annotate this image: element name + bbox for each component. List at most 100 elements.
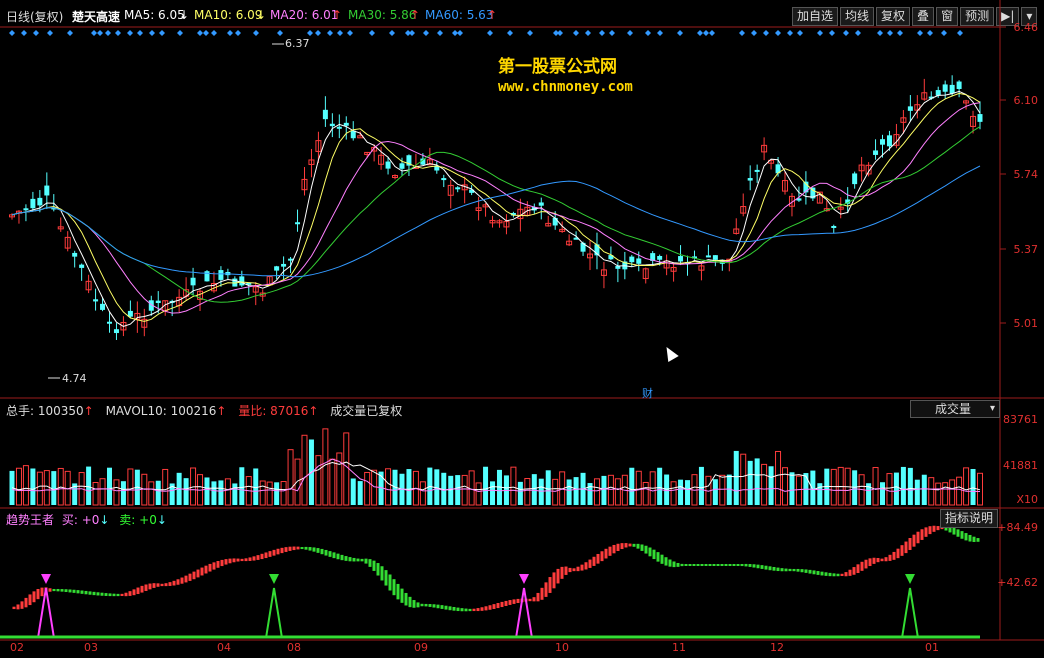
candle-body [880,139,886,145]
trend-bar [840,573,844,577]
signal-diamond-icon [47,30,53,36]
volume-bar [970,468,976,505]
trend-bar [612,544,616,554]
trend-bar [500,601,504,608]
trend-bar [340,554,344,561]
signal-diamond-icon [277,30,283,36]
trend-bar [884,557,888,562]
signal-diamond-icon [127,30,133,36]
trend-bar [644,545,648,554]
trend-bar [376,563,380,576]
trend-bar [732,564,736,566]
buy-signal: 买: +0 [61,513,100,527]
trend-bar [776,567,780,572]
volume-indicator-select[interactable]: 成交量 ▾ [910,400,1000,418]
volume-bar [573,477,579,505]
candle-body [657,255,663,260]
trend-bar [920,529,924,540]
candle-body [37,197,43,206]
trend-bar [688,564,692,566]
trend-bar [564,566,568,575]
volume-bar [657,467,663,505]
trend-bar [976,538,980,542]
volume-bar [963,467,970,506]
trend-bar [236,558,240,562]
trend-bar [836,573,840,577]
trend-bar [588,559,592,568]
indicator-help-button[interactable]: 指标说明 [940,509,999,528]
volume-bar [455,475,461,505]
trend-bar [432,604,436,608]
signal-diamond-icon [203,30,209,36]
trend-bar [228,558,232,564]
month-label: 03 [84,641,98,654]
date-axis: 02 03 04 08 09 10 11 12 01 [0,641,1000,657]
trend-bar [560,566,564,579]
trend-bar [104,593,108,596]
volume-bar [670,481,677,506]
trend-bar [652,549,656,560]
candle-body [552,217,558,226]
candle-body [155,300,161,304]
volume-note: 成交量已复权 [330,404,403,418]
trend-bar [548,577,552,593]
trend-bar [328,551,332,557]
volume-bar [22,465,29,506]
candle-body [399,163,405,169]
candle-body [705,255,711,258]
signal-diamond-icon [697,30,703,36]
trend-bar [304,546,308,550]
trend-bar [932,525,936,532]
watermark-url: www.chnmoney.com [498,79,633,95]
volume-bar [761,463,768,506]
candle-body [322,109,328,120]
kline-chart[interactable] [0,0,1044,658]
finance-marker[interactable]: 财 [642,385,653,401]
volume-bar [601,475,607,505]
trend-bar [780,568,784,572]
month-label: 04 [217,641,231,654]
candle-body [385,161,391,169]
trend-bar [648,547,652,557]
signal-diamond-icon [253,30,259,36]
candle-body [336,126,342,129]
volume-bar [43,470,50,506]
volume-bar [719,474,726,506]
trend-bar [852,567,856,575]
volume-bar [350,478,356,505]
volume-bar [155,480,161,505]
candle-body [281,263,287,267]
trend-bar [712,564,716,566]
trend-bar [844,572,848,577]
trend-bar [200,567,204,576]
candle-body [942,84,948,92]
candle-body [288,258,294,261]
trend-bar [640,544,644,551]
trend-bar [368,559,372,567]
volume-bar [642,481,649,506]
volume-bar [517,481,523,505]
volume-bar [357,481,363,505]
volume-bar [266,481,273,506]
volume-bar [106,467,112,505]
trend-bar [488,605,492,610]
trend-bar [604,548,608,559]
signal-diamond-icon [487,30,493,36]
trend-bar [532,597,536,602]
signal-diamond-icon [787,30,793,36]
trend-bar [88,591,92,595]
mavol-up-arrow-icon: ↑ [216,404,227,418]
ratio-up-arrow-icon: ↑ [308,404,319,418]
trend-bar [312,547,316,552]
trend-bar [876,558,880,563]
trend-bar [616,543,620,552]
volume-bar [483,466,489,505]
trend-bar [456,607,460,612]
trend-bar [188,573,192,581]
trend-bar [896,548,900,559]
trend-bar [196,569,200,578]
candle-body [204,271,210,282]
trend-bar [64,589,68,593]
volume-bar [872,467,879,506]
trend-bar [720,564,724,566]
